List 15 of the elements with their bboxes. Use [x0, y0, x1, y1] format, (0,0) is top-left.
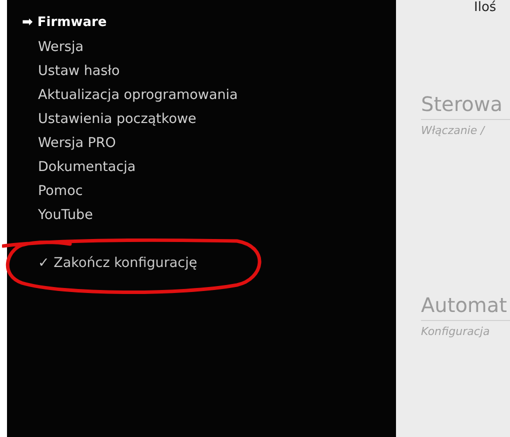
menu-link[interactable]: Wersja PRO — [22, 133, 116, 157]
section-subtitle: Włączanie / — [421, 124, 486, 137]
section-title: Automat — [421, 293, 510, 321]
menu-link[interactable]: Wersja — [22, 37, 84, 61]
menu-link[interactable]: Dokumentacja — [22, 157, 136, 181]
section-title: Sterowa — [421, 92, 510, 120]
cut-off-text: Iloś — [474, 0, 498, 16]
section-subtitle: Konfiguracja — [421, 325, 491, 338]
menu-link[interactable]: Ustawienia początkowe — [22, 109, 196, 133]
menu-link[interactable]: YouTube — [22, 205, 93, 229]
menu-link[interactable]: Aktualizacja oprogramowania — [22, 85, 238, 109]
menu-link[interactable]: Ustaw hasło — [22, 61, 120, 85]
finish-link[interactable]: ✓ Zakończ konfigurację — [22, 253, 198, 273]
menu-link[interactable]: Pomoc — [22, 181, 83, 205]
section-heading: ➡ Firmware — [22, 14, 108, 32]
